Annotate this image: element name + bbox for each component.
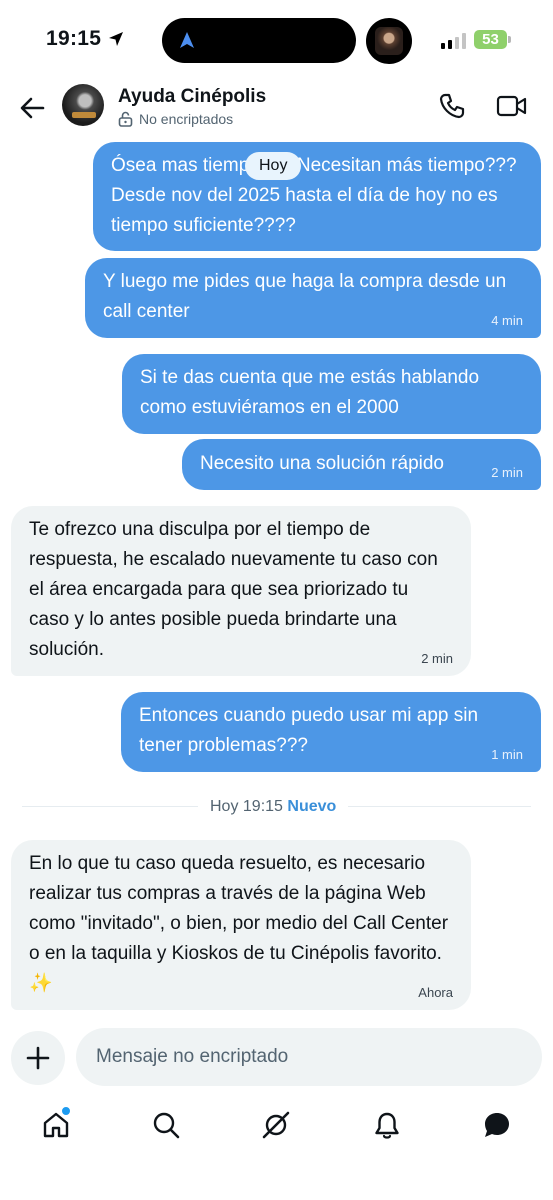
- cellular-signal-icon: [441, 33, 466, 49]
- search-icon[interactable]: [151, 1110, 181, 1140]
- location-arrow-icon: [109, 32, 123, 46]
- status-time: 19:15: [46, 27, 102, 50]
- new-messages-label: Hoy 19:15 Nuevo: [198, 796, 349, 818]
- grok-icon[interactable]: [261, 1110, 291, 1140]
- message-outgoing[interactable]: Ósea mas tiempo??? Necesitan más tiempo?…: [93, 142, 541, 251]
- status-bar: 19:15 53: [0, 0, 553, 80]
- message-input[interactable]: Mensaje no encriptado: [76, 1028, 542, 1086]
- encryption-label: No encriptados: [139, 111, 234, 127]
- message-text: Y luego me pides que haga la compra desd…: [103, 271, 507, 322]
- divider-time: Hoy 19:15: [210, 798, 283, 815]
- contact-name[interactable]: Ayuda Cinépolis: [118, 86, 266, 108]
- plus-icon: [26, 1046, 50, 1070]
- message-timestamp: 2 min: [421, 651, 453, 666]
- video-call-icon[interactable]: [496, 94, 528, 118]
- now-playing-artwork: [366, 18, 412, 64]
- home-notification-dot: [61, 1106, 71, 1116]
- message-incoming[interactable]: Te ofrezco una disculpa por el tiempo de…: [11, 506, 471, 676]
- message-outgoing[interactable]: Si te das cuenta que me estás hablando c…: [122, 354, 541, 434]
- encryption-status: No encriptados: [118, 110, 233, 128]
- message-incoming[interactable]: En lo que tu caso queda resuelto, es nec…: [11, 840, 471, 1010]
- message-text: Si te das cuenta que me estás hablando c…: [140, 367, 480, 418]
- phone-call-icon[interactable]: [438, 92, 466, 120]
- attach-button[interactable]: [11, 1031, 65, 1085]
- message-text: Entonces cuando puedo usar mi app sin te…: [139, 705, 479, 756]
- message-text: En lo que tu caso queda resuelto, es nec…: [29, 853, 449, 994]
- unlocked-padlock-icon: [118, 111, 133, 127]
- notifications-icon[interactable]: [372, 1110, 402, 1140]
- message-outgoing[interactable]: Necesito una solución rápido 2 min: [182, 439, 541, 490]
- new-badge: Nuevo: [287, 798, 337, 815]
- battery-indicator: 53: [474, 30, 507, 49]
- back-arrow-icon[interactable]: [17, 93, 47, 123]
- message-outgoing[interactable]: Y luego me pides que haga la compra desd…: [85, 258, 541, 338]
- message-timestamp: 2 min: [491, 465, 523, 480]
- message-timestamp: 1 min: [491, 747, 523, 762]
- date-indicator: Hoy: [245, 152, 302, 180]
- message-text: Ósea mas tiempo??? Necesitan más tiempo?…: [111, 155, 517, 236]
- messages-icon[interactable]: [482, 1110, 512, 1140]
- message-outgoing[interactable]: Entonces cuando puedo usar mi app sin te…: [121, 692, 541, 772]
- navigation-arrow-icon: [180, 32, 194, 48]
- message-timestamp: 4 min: [491, 313, 523, 328]
- contact-avatar[interactable]: [62, 84, 104, 126]
- message-timestamp: Ahora: [418, 985, 453, 1000]
- message-text: Te ofrezco una disculpa por el tiempo de…: [29, 519, 438, 660]
- conversation-header: Ayuda Cinépolis No encriptados: [0, 80, 553, 140]
- message-text: Necesito una solución rápido: [200, 453, 444, 474]
- battery-cap: [508, 36, 511, 43]
